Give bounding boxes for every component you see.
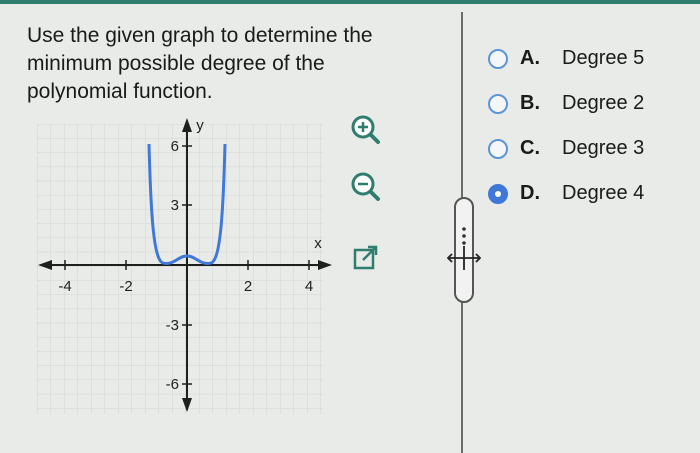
x-tick-label: 2 bbox=[244, 278, 252, 295]
choice-letter: A. bbox=[520, 47, 540, 69]
x-tick-label: -4 bbox=[58, 278, 71, 295]
choice-label: Degree 2 bbox=[562, 92, 645, 114]
zoom-in-button[interactable] bbox=[349, 113, 383, 147]
x-axis-right-arrow bbox=[318, 260, 332, 270]
choice-letter: B. bbox=[520, 92, 540, 114]
question-line-1: Use the given graph to determine the bbox=[27, 24, 373, 47]
choice-label: Degree 5 bbox=[562, 47, 645, 69]
choice-a[interactable]: A. Degree 5 bbox=[488, 36, 644, 81]
radio-button[interactable] bbox=[488, 48, 508, 69]
x-axis-label: x bbox=[314, 235, 322, 252]
popout-icon bbox=[353, 245, 378, 270]
y-tick-label: -6 bbox=[166, 376, 179, 393]
radio-button[interactable] bbox=[488, 93, 508, 114]
question-line-3: polynomial function. bbox=[27, 80, 213, 103]
y-tick-label: 3 bbox=[171, 197, 179, 214]
zoom-in-icon bbox=[351, 115, 380, 144]
graph-grid bbox=[37, 124, 323, 414]
x-tick-label: 4 bbox=[305, 278, 313, 295]
popout-button[interactable] bbox=[349, 240, 383, 274]
y-tick-label: 6 bbox=[171, 138, 179, 155]
question-text: Use the given graph to determine the min… bbox=[27, 22, 427, 106]
answer-choices: A. Degree 5 B. Degree 2 C. Degree 3 D. D… bbox=[488, 36, 644, 216]
panel-resize-handle[interactable] bbox=[446, 196, 482, 306]
zoom-out-button[interactable] bbox=[349, 170, 383, 204]
choice-letter: D. bbox=[520, 182, 540, 204]
top-accent-bar bbox=[0, 0, 700, 4]
choice-label: Degree 3 bbox=[562, 137, 645, 159]
polynomial-graph: -4 -2 2 4 6 3 -3 -6 x y bbox=[37, 117, 332, 414]
zoom-out-icon bbox=[351, 172, 380, 201]
y-axis-label: y bbox=[196, 117, 204, 134]
x-tick-label: -2 bbox=[119, 278, 132, 295]
radio-button[interactable] bbox=[488, 138, 508, 159]
y-tick-label: -3 bbox=[166, 317, 179, 334]
choice-d[interactable]: D. Degree 4 bbox=[488, 171, 644, 216]
choice-b[interactable]: B. Degree 2 bbox=[488, 81, 644, 126]
choice-label: Degree 4 bbox=[562, 182, 645, 204]
choice-c[interactable]: C. Degree 3 bbox=[488, 126, 644, 171]
resize-handle-icon bbox=[446, 197, 482, 303]
question-line-2: minimum possible degree of the bbox=[27, 52, 325, 75]
choice-letter: C. bbox=[520, 137, 540, 159]
radio-button-selected[interactable] bbox=[488, 183, 508, 204]
